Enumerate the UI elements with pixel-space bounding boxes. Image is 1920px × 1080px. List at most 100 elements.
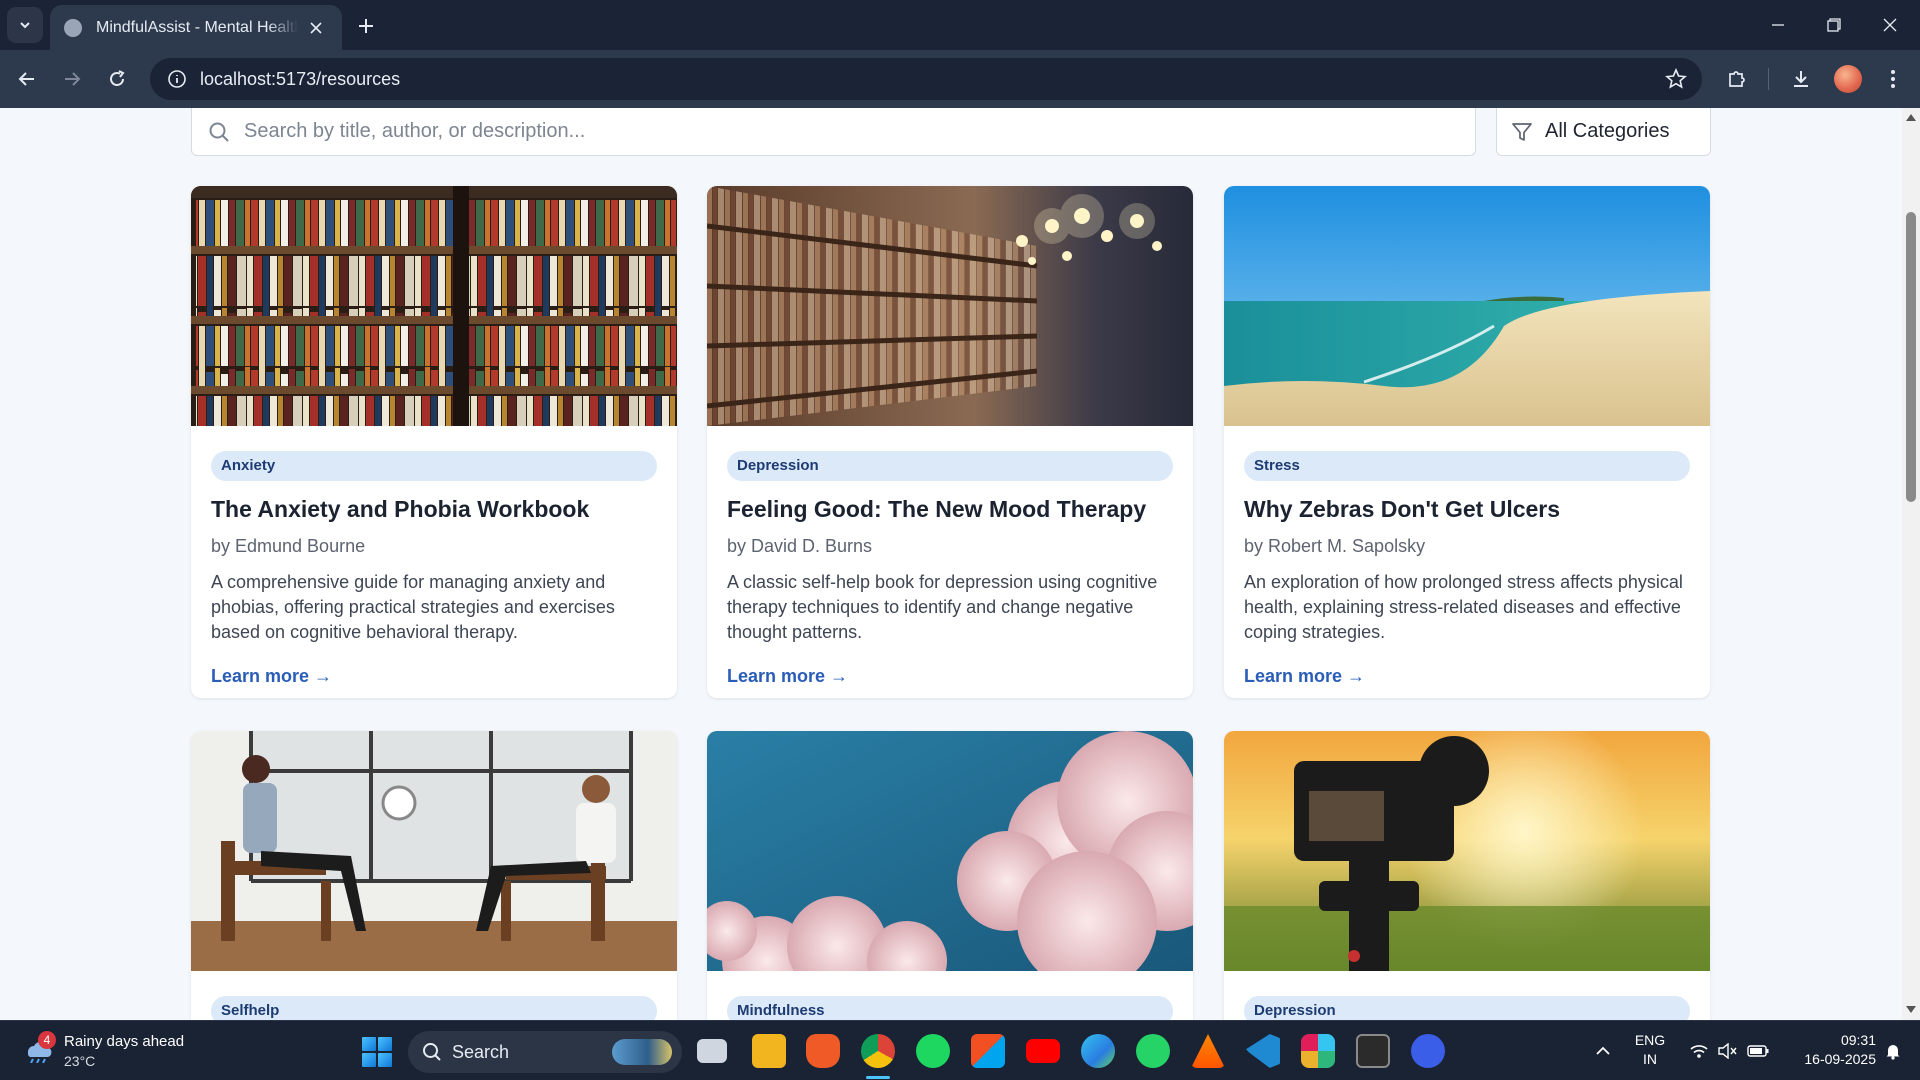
language-indicator[interactable]: ENG IN bbox=[1620, 1031, 1680, 1069]
resource-card[interactable]: Selfhelp bbox=[191, 731, 677, 1020]
category-filter-label: All Categories bbox=[1545, 120, 1670, 142]
windows-taskbar: 4 Rainy days ahead 23°C Search ENG IN 09… bbox=[0, 1020, 1920, 1080]
resource-author: by Robert M. Sapolsky bbox=[1244, 536, 1426, 556]
slack-icon[interactable] bbox=[1301, 1034, 1335, 1068]
resource-description: An exploration of how prolonged stress a… bbox=[1244, 572, 1683, 642]
library-aisle-image bbox=[707, 186, 1193, 426]
downloads-button[interactable] bbox=[1784, 62, 1818, 96]
arrow-left-icon bbox=[18, 72, 34, 86]
site-info-icon[interactable] bbox=[166, 68, 188, 90]
learn-more-link[interactable]: Learn more → bbox=[211, 666, 332, 687]
tab-close-button[interactable] bbox=[304, 16, 328, 40]
arrow-right-icon bbox=[65, 72, 81, 86]
search-placeholder: Search by title, author, or description.… bbox=[244, 120, 586, 142]
volume-muted-icon[interactable] bbox=[1714, 1021, 1740, 1080]
resource-description: A comprehensive guide for managing anxie… bbox=[211, 572, 615, 642]
terminal-icon[interactable] bbox=[1356, 1034, 1390, 1068]
search-highlight-image bbox=[612, 1039, 672, 1065]
plus-icon bbox=[359, 19, 373, 33]
browser-toolbar: localhost:5173/resources bbox=[0, 50, 1920, 108]
page-scrollbar[interactable] bbox=[1902, 108, 1920, 1020]
back-button[interactable] bbox=[10, 62, 44, 96]
resource-card[interactable]: Anxiety The Anxiety and Phobia Workbook … bbox=[191, 186, 677, 698]
category-filter-dropdown[interactable]: All Categories bbox=[1496, 108, 1711, 156]
restore-icon bbox=[1827, 18, 1841, 32]
filter-icon bbox=[1512, 122, 1532, 141]
taskbar-search-label: Search bbox=[452, 1041, 510, 1062]
weather-temperature: 23°C bbox=[64, 1053, 96, 1069]
minimize-button[interactable] bbox=[1750, 0, 1806, 50]
learn-more-link[interactable]: Learn more → bbox=[1244, 666, 1365, 687]
show-hidden-icons-chevron-up-icon[interactable] bbox=[1588, 1021, 1618, 1080]
category-badge: Depression bbox=[1244, 996, 1690, 1020]
close-icon bbox=[1883, 18, 1897, 32]
browser-menu-button[interactable] bbox=[1876, 62, 1910, 96]
close-icon bbox=[310, 21, 322, 34]
weather-widget[interactable]: 4 Rainy days ahead 23°C bbox=[24, 1031, 204, 1071]
clock-date: 16-09-2025 bbox=[1804, 1051, 1876, 1067]
camera-sunset-image bbox=[1224, 731, 1710, 971]
extensions-button[interactable] bbox=[1720, 62, 1754, 96]
new-tab-button[interactable] bbox=[350, 10, 382, 42]
scroll-up-arrow-icon[interactable] bbox=[1906, 114, 1916, 121]
microsoft-store-icon[interactable] bbox=[971, 1034, 1005, 1068]
brave-browser-icon[interactable] bbox=[806, 1034, 840, 1068]
scroll-thumb[interactable] bbox=[1906, 212, 1916, 502]
profile-avatar[interactable] bbox=[1834, 65, 1862, 93]
tab-search-button[interactable] bbox=[7, 7, 43, 43]
category-badge: Depression bbox=[727, 451, 1173, 481]
meeting-app-icon[interactable] bbox=[1411, 1034, 1445, 1068]
beach-dunes-image bbox=[1224, 186, 1710, 426]
address-bar[interactable]: localhost:5173/resources bbox=[150, 58, 1702, 100]
search-icon bbox=[423, 1043, 441, 1061]
browser-tab[interactable]: MindfulAssist - Mental Health Assistant bbox=[50, 5, 342, 50]
more-vertical-icon bbox=[1891, 70, 1895, 88]
resource-search-input[interactable]: Search by title, author, or description.… bbox=[191, 108, 1476, 156]
spotify-icon[interactable] bbox=[916, 1034, 950, 1068]
whatsapp-icon[interactable] bbox=[1136, 1034, 1170, 1068]
chrome-icon[interactable] bbox=[861, 1034, 895, 1068]
resource-title: The Anxiety and Phobia Workbook bbox=[211, 496, 590, 522]
wifi-icon[interactable] bbox=[1686, 1021, 1712, 1080]
category-badge: Selfhelp bbox=[211, 996, 657, 1020]
toolbar-divider bbox=[1768, 68, 1769, 90]
clouds-sky-image bbox=[707, 731, 1193, 1006]
vscode-icon[interactable] bbox=[1246, 1034, 1280, 1068]
weather-title: Rainy days ahead bbox=[64, 1033, 185, 1050]
language-code: ENG bbox=[1634, 1032, 1666, 1048]
system-clock[interactable]: 09:31 16-09-2025 bbox=[1780, 1031, 1876, 1069]
chrome-active-indicator bbox=[866, 1076, 890, 1079]
category-badge: Mindfulness bbox=[727, 996, 1173, 1020]
file-explorer-icon[interactable] bbox=[752, 1034, 786, 1068]
bookshelf-image bbox=[191, 186, 677, 426]
chevron-down-icon bbox=[20, 22, 30, 29]
resource-card[interactable]: Depression bbox=[1224, 731, 1710, 1020]
bookmark-star-icon[interactable] bbox=[1664, 67, 1688, 91]
resource-card[interactable]: Depression Feeling Good: The New Mood Th… bbox=[707, 186, 1193, 698]
minimize-icon bbox=[1772, 24, 1784, 26]
scroll-down-arrow-icon[interactable] bbox=[1906, 1006, 1916, 1013]
resource-author: by Edmund Bourne bbox=[211, 536, 366, 556]
tab-title: MindfulAssist - Mental Health Assistant bbox=[96, 18, 298, 36]
notification-bell-icon[interactable] bbox=[1880, 1021, 1906, 1080]
resource-description: A classic self-help book for depression … bbox=[727, 572, 1158, 642]
close-window-button[interactable] bbox=[1862, 0, 1918, 50]
resource-title: Feeling Good: The New Mood Therapy bbox=[727, 496, 1147, 522]
battery-icon[interactable] bbox=[1744, 1021, 1772, 1080]
url-text: localhost:5173/resources bbox=[200, 68, 401, 89]
task-view-icon[interactable] bbox=[697, 1039, 727, 1063]
vlc-icon[interactable] bbox=[1191, 1034, 1225, 1068]
youtube-icon[interactable] bbox=[1026, 1039, 1060, 1063]
windows-logo-icon bbox=[362, 1037, 376, 1051]
forward-button[interactable] bbox=[55, 62, 89, 96]
weather-alert-badge: 4 bbox=[38, 1031, 56, 1049]
learn-more-link[interactable]: Learn more → bbox=[727, 666, 848, 687]
taskbar-search[interactable]: Search bbox=[408, 1031, 682, 1073]
resource-card[interactable]: Stress Why Zebras Don't Get Ulcers by Ro… bbox=[1224, 186, 1710, 698]
reload-button[interactable] bbox=[100, 62, 134, 96]
resource-card[interactable]: Mindfulness bbox=[707, 731, 1193, 1020]
edge-icon[interactable] bbox=[1081, 1034, 1115, 1068]
windows-start-button[interactable] bbox=[362, 1037, 392, 1067]
globe-icon bbox=[64, 18, 82, 37]
restore-button[interactable] bbox=[1806, 0, 1862, 50]
